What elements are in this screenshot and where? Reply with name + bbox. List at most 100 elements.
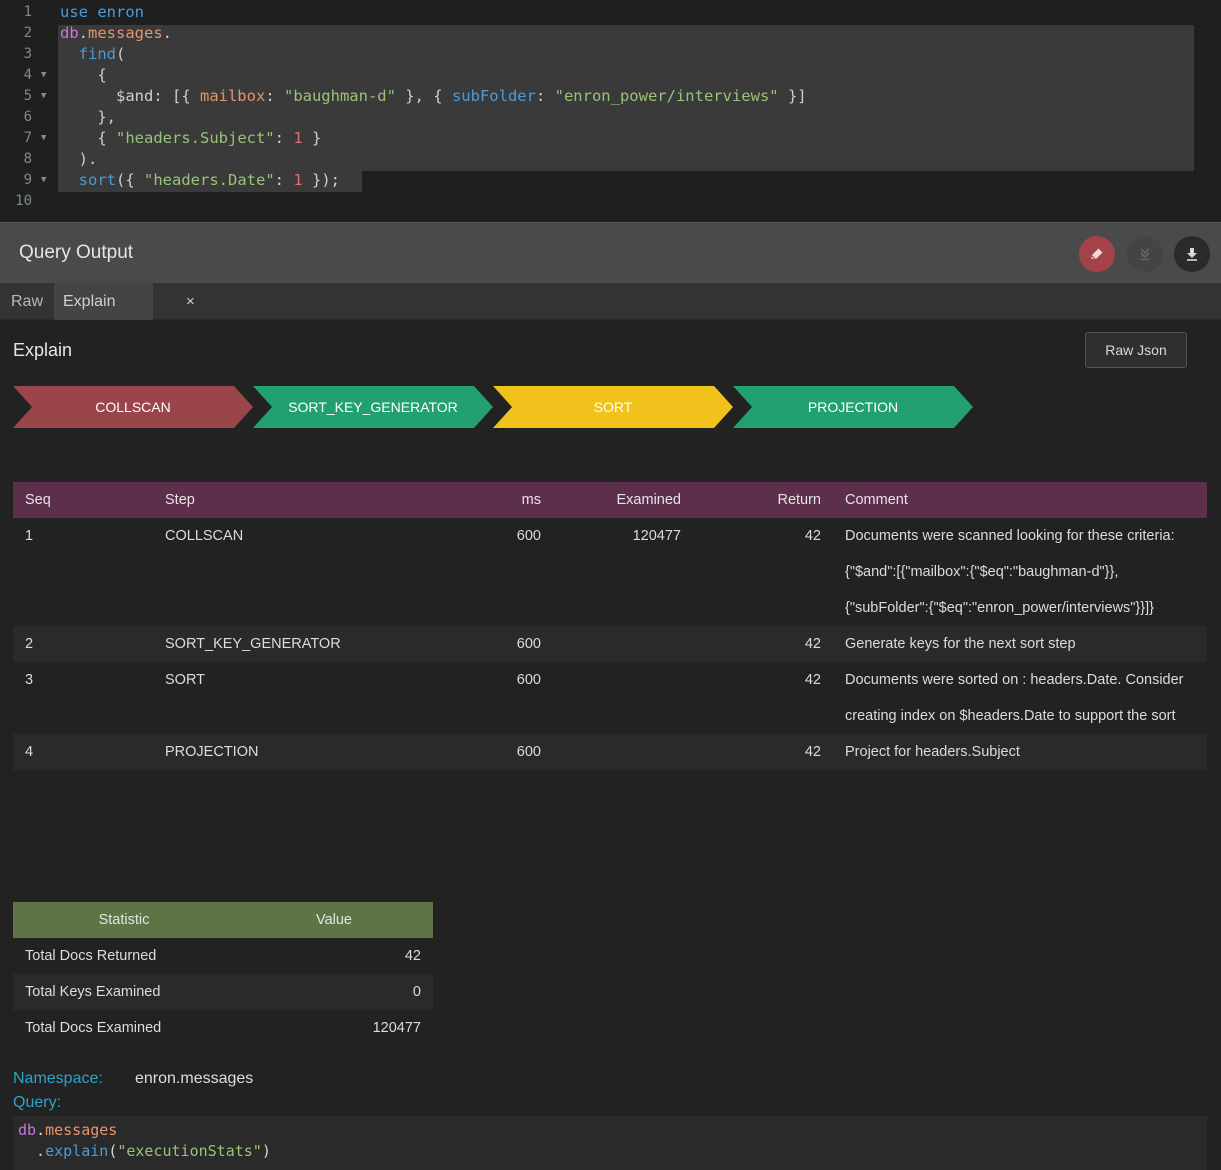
table-row: 1 COLLSCAN 600 120477 42 Documents were … [13, 518, 1207, 626]
query-output-title: Query Output [19, 242, 134, 263]
code-token: ) [261, 1142, 271, 1160]
eraser-icon [1091, 248, 1103, 260]
fold-toggle-icon[interactable]: ▼ [41, 65, 46, 86]
code-token: explain [45, 1142, 109, 1160]
raw-json-button[interactable]: Raw Json [1085, 332, 1187, 368]
code-token: "enron_power/interviews" [554, 87, 779, 105]
line-number: 8 [23, 151, 32, 167]
tab-explain[interactable]: Explain × [54, 283, 195, 320]
column-header-return: Return [693, 482, 833, 518]
table-row: 2 SORT_KEY_GENERATOR 600 42 Generate key… [13, 626, 1207, 662]
stat-value: 0 [235, 974, 433, 1010]
code-line: 7 ▼ { "headers.Subject": 1 } [0, 128, 1221, 149]
cell-ms: 600 [433, 734, 553, 770]
code-line: 1 use enron [0, 2, 1221, 23]
table-row: Total Docs Examined 120477 [13, 1010, 433, 1046]
namespace-value: enron.messages [135, 1070, 254, 1087]
code-token: }] [778, 87, 807, 105]
cell-ms: 600 [433, 626, 553, 662]
cell-comment: Documents were sorted on : headers.Date.… [845, 672, 1184, 724]
column-header-examined: Examined [553, 482, 693, 518]
cell-step: SORT_KEY_GENERATOR [153, 626, 433, 662]
cell-step: SORT [165, 672, 206, 688]
collapse-output-button[interactable] [1127, 236, 1163, 272]
cell-seq: 2 [13, 626, 153, 662]
query-code-block: db.messages .explain("executionStats") [13, 1116, 1207, 1170]
code-token: . [36, 1121, 46, 1139]
line-number: 4 [23, 67, 32, 83]
cell-return: 42 [804, 672, 821, 688]
cell-examined [553, 662, 693, 734]
code-token: 1 [293, 129, 303, 147]
code-token: }); [302, 171, 340, 189]
code-text: { "headers.Subject": 1 } [60, 128, 321, 149]
query-code-line: .explain("executionStats") [18, 1141, 271, 1162]
line-number: 6 [23, 109, 32, 125]
code-text: $and: [{ mailbox: "baughman-d" }, { subF… [60, 86, 807, 107]
explain-heading: Explain [13, 340, 73, 360]
cell-step: PROJECTION [153, 734, 433, 770]
tab-raw[interactable]: Raw [0, 283, 54, 320]
line-number: 3 [23, 46, 32, 62]
code-token: : [265, 87, 284, 105]
code-text: find( [60, 44, 126, 65]
cell-seq: 1 [25, 528, 34, 544]
table-row: 4 PROJECTION 600 42 Project for headers.… [13, 734, 1207, 770]
cell-return: 42 [693, 734, 833, 770]
code-token: db [18, 1121, 37, 1139]
code-text: db.messages. [60, 23, 172, 44]
code-token: messages [88, 24, 163, 42]
line-number: 9 [23, 172, 32, 188]
output-tabs: Raw Explain × [0, 283, 1221, 320]
code-line: 5 ▼ $and: [{ mailbox: "baughman-d" }, { s… [0, 86, 1221, 107]
code-token: use enron [60, 3, 144, 21]
code-token: . [18, 1142, 46, 1160]
table-row: Total Keys Examined 0 [13, 974, 433, 1010]
code-token: : [274, 171, 294, 189]
code-token: "headers.Date" [144, 171, 275, 189]
fold-toggle-icon[interactable]: ▼ [41, 170, 46, 191]
code-token: ( [108, 1142, 118, 1160]
query-code-line: db.messages [18, 1120, 117, 1141]
code-line: 2 db.messages. [0, 23, 1221, 44]
cell-examined: 120477 [632, 528, 681, 544]
clear-output-button[interactable] [1079, 236, 1115, 272]
column-header-statistic: Statistic [13, 902, 235, 938]
cell-examined [553, 626, 693, 662]
pipeline-stage-sort: SORT [493, 386, 733, 428]
code-text: ). [60, 149, 98, 170]
cell-examined [553, 734, 693, 770]
cell-return: 42 [804, 528, 821, 544]
code-token: sort [60, 171, 116, 189]
line-number: 2 [23, 25, 32, 41]
code-token: : [274, 129, 294, 147]
fold-toggle-icon[interactable]: ▼ [41, 128, 46, 149]
column-header-step: Step [153, 482, 433, 518]
line-number: 1 [23, 4, 32, 20]
line-number: 7 [23, 130, 32, 146]
code-token: messages [45, 1121, 118, 1139]
code-line: 8 ). [0, 149, 1221, 170]
code-token: $and: [{ [60, 87, 200, 105]
code-token: find [60, 45, 116, 63]
stat-name: Total Keys Examined [13, 974, 235, 1010]
code-token: }, { [395, 87, 452, 105]
cell-seq: 3 [25, 672, 34, 688]
code-editor[interactable]: 1 use enron 2 db.messages. 3 find(4 ▼ {5 ▼ $an… [0, 0, 1221, 222]
code-token: "executionStats" [117, 1142, 262, 1160]
tab-explain-label: Explain [63, 293, 116, 310]
line-number: 5 [23, 88, 32, 104]
pipeline-stage-collscan: COLLSCAN [13, 386, 253, 428]
stat-name: Total Docs Examined [25, 1020, 162, 1036]
namespace-label: Namespace: [13, 1070, 103, 1087]
column-header-ms: ms [433, 482, 553, 518]
code-token: 1 [293, 171, 303, 189]
table-row: 3 SORT 600 42 Documents were sorted on :… [13, 662, 1207, 734]
close-tab-icon[interactable]: × [186, 283, 195, 320]
download-output-button[interactable] [1174, 236, 1210, 272]
stat-value: 42 [404, 948, 421, 964]
code-token: "headers.Subject" [116, 129, 275, 147]
table-header-row: Seq Step ms Examined Return Comment [13, 482, 1207, 518]
code-token: "baughman-d" [283, 87, 396, 105]
fold-toggle-icon[interactable]: ▼ [41, 86, 46, 107]
